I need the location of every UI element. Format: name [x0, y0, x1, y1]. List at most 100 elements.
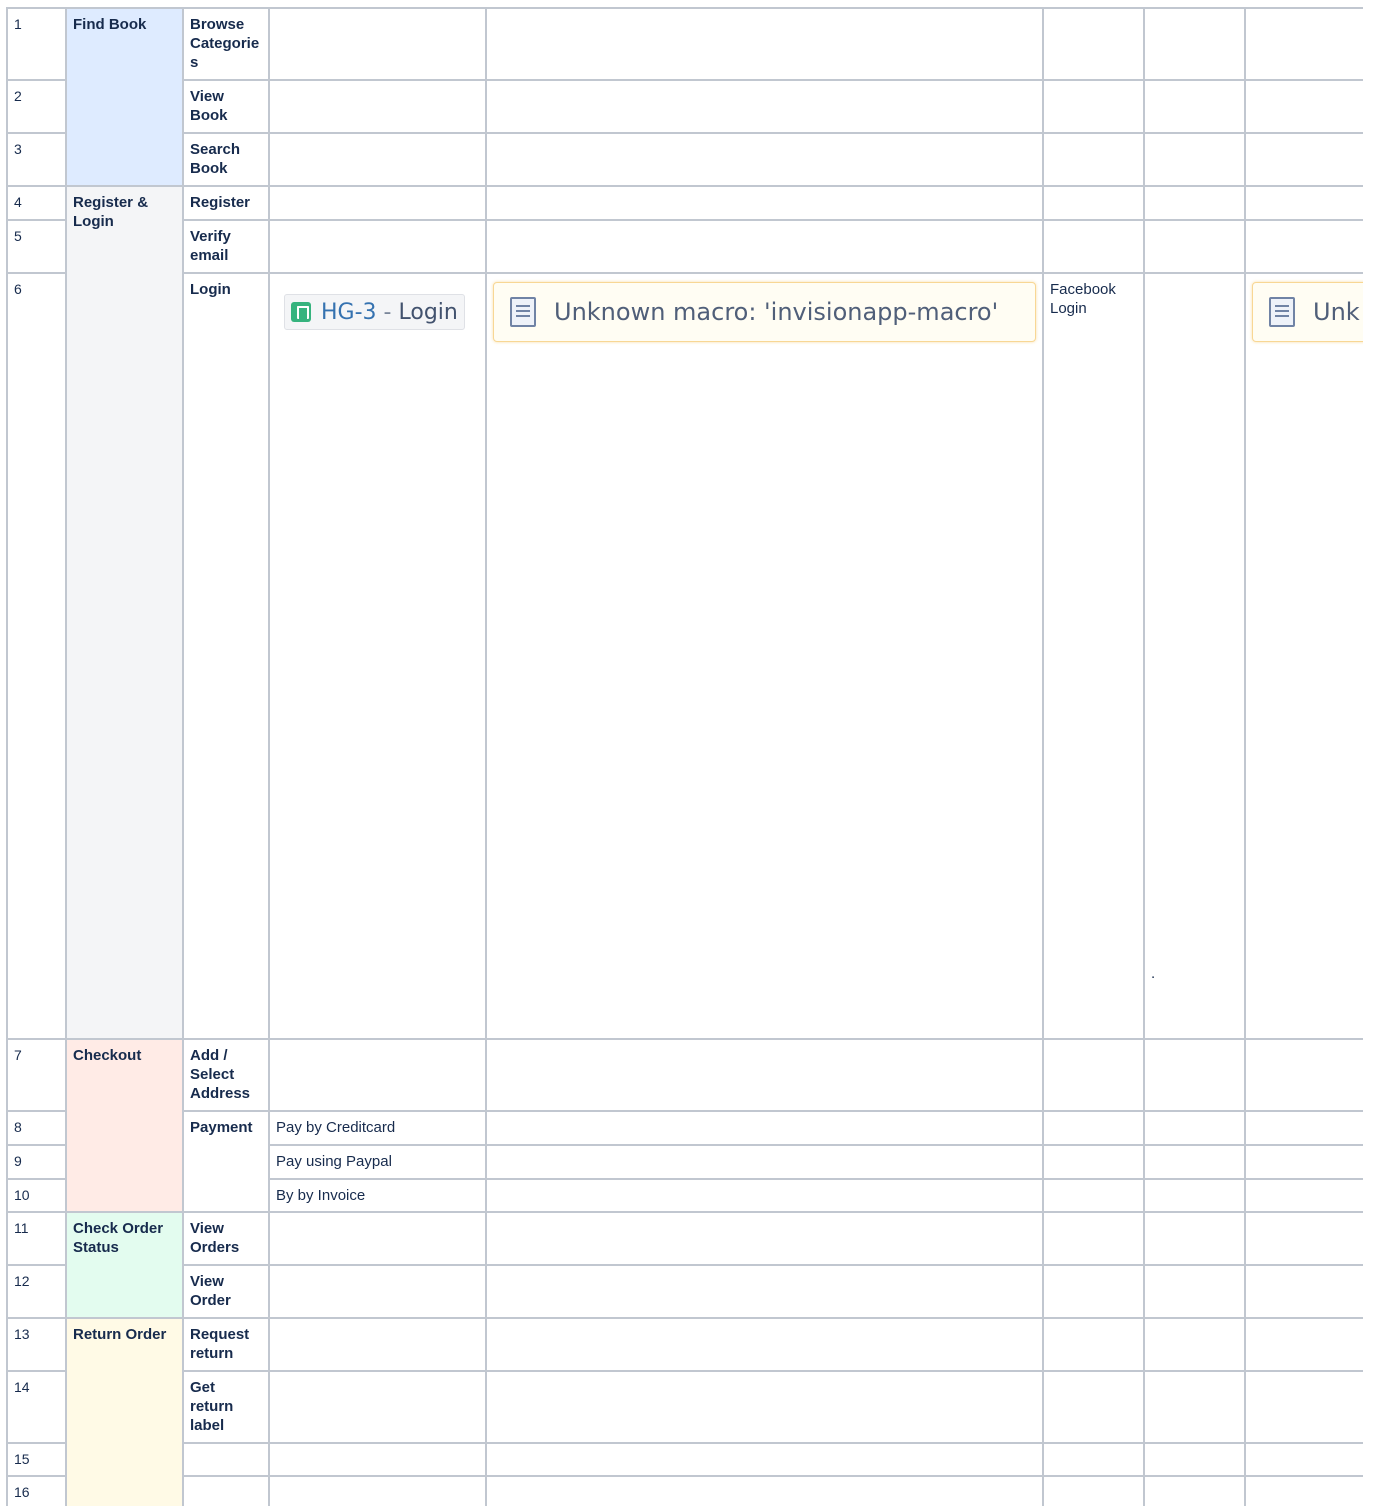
table-cell	[1244, 1442, 1363, 1477]
table-cell	[1042, 1442, 1145, 1477]
group-cell-return-order: Return Order	[65, 1317, 184, 1506]
table-cell	[1143, 1442, 1246, 1477]
table-cell	[182, 1475, 270, 1506]
feature-cell: Payment	[182, 1110, 270, 1213]
table-cell	[1042, 1264, 1145, 1319]
table-cell	[485, 1211, 1044, 1266]
group-cell-find-book: Find Book	[65, 7, 184, 187]
table-cell	[1143, 132, 1246, 187]
table-row: 2 View Book	[6, 79, 1363, 134]
table-cell	[1244, 219, 1363, 274]
table-cell	[268, 1475, 487, 1506]
table-cell	[485, 219, 1044, 274]
table-row: 11 Check Order Status View Orders	[6, 1211, 1363, 1319]
feature-cell: Add / Select Address	[182, 1038, 270, 1112]
table-row: 3 Search Book	[6, 132, 1363, 187]
feature-cell: View Orders	[182, 1211, 270, 1266]
scroll-icon	[510, 297, 536, 327]
table-cell	[1143, 1110, 1246, 1146]
table-cell: Unk	[1244, 272, 1363, 1040]
table-cell	[268, 1442, 487, 1477]
row-number: 10	[6, 1178, 67, 1213]
row-number: 1	[6, 7, 67, 81]
row-number: 11	[6, 1211, 67, 1266]
table-cell	[1143, 1178, 1246, 1213]
row-number: 7	[6, 1038, 67, 1112]
table-cell	[268, 1038, 487, 1112]
feature-cell: View Order	[182, 1264, 270, 1319]
requirements-table-container: 1 Find Book Browse Categories 2 View Boo…	[6, 7, 1363, 1506]
table-cell	[1244, 1370, 1363, 1444]
table-cell	[1143, 79, 1246, 134]
table-cell	[1244, 1178, 1363, 1213]
row-number: 5	[6, 219, 67, 274]
table-row: 14 Get return label	[6, 1370, 1363, 1444]
feature-cell: Verify email	[182, 219, 270, 274]
table-cell: .	[1143, 272, 1246, 1040]
jira-issue-link[interactable]: HG-3 - Login	[284, 294, 465, 330]
table-cell	[1042, 1178, 1145, 1213]
table-cell	[1244, 1317, 1363, 1372]
table-cell	[1244, 185, 1363, 221]
table-cell	[1042, 7, 1145, 81]
table-cell	[1143, 1038, 1246, 1112]
table-cell	[1244, 1038, 1363, 1112]
table-cell	[1244, 132, 1363, 187]
row-number: 4	[6, 185, 67, 221]
row-number: 9	[6, 1144, 67, 1180]
table-cell	[1244, 1264, 1363, 1319]
table-cell	[1244, 1211, 1363, 1266]
table-row: 13 Return Order Request return	[6, 1317, 1363, 1506]
table-row: 6 Login HG-3 - Login Unknown macro: 'inv…	[6, 272, 1363, 1040]
table-cell	[485, 1442, 1044, 1477]
table-row: 12 View Order	[6, 1264, 1363, 1319]
table-cell: Unknown macro: 'invisionapp-macro'	[485, 272, 1044, 1040]
table-row: 7 Checkout Add / Select Address	[6, 1038, 1363, 1213]
row-number: 15	[6, 1442, 67, 1477]
table-cell	[485, 1317, 1044, 1372]
table-cell	[1244, 79, 1363, 134]
issue-key: HG-3	[321, 299, 377, 325]
table-cell	[182, 1442, 270, 1477]
table-row: 15	[6, 1442, 1363, 1477]
row-number: 3	[6, 132, 67, 187]
table-cell	[1042, 1110, 1145, 1146]
table-cell	[1143, 1475, 1246, 1506]
feature-cell: Search Book	[182, 132, 270, 187]
row-number: 8	[6, 1110, 67, 1146]
table-cell	[485, 79, 1044, 134]
table-cell	[1042, 1211, 1145, 1266]
feature-cell: View Book	[182, 79, 270, 134]
table-cell	[485, 1038, 1044, 1112]
issue-title: Login	[398, 299, 458, 325]
row-number: 12	[6, 1264, 67, 1319]
table-cell	[1042, 185, 1145, 221]
table-cell	[268, 1264, 487, 1319]
jira-story-icon	[291, 302, 311, 322]
table-cell	[485, 185, 1044, 221]
table-cell	[268, 1317, 487, 1372]
table-cell	[1042, 132, 1145, 187]
story-cell: Pay by Creditcard	[268, 1110, 487, 1146]
table-cell	[485, 1370, 1044, 1444]
table-cell	[1143, 219, 1246, 274]
table-cell	[268, 132, 487, 187]
table-cell	[1042, 219, 1145, 274]
table-cell	[1042, 1317, 1145, 1372]
table-cell	[268, 1211, 487, 1266]
table-cell	[1042, 1038, 1145, 1112]
row-number: 6	[6, 272, 67, 1040]
table-cell	[485, 1178, 1044, 1213]
macro-text: Unk	[1313, 297, 1360, 326]
table-cell	[485, 132, 1044, 187]
table-cell	[1143, 7, 1246, 81]
table-cell	[1143, 1370, 1246, 1444]
table-cell	[485, 7, 1044, 81]
table-cell	[268, 79, 487, 134]
table-cell	[485, 1264, 1044, 1319]
table-cell	[268, 1370, 487, 1444]
feature-cell: Request return	[182, 1317, 270, 1372]
table-row: 16	[6, 1475, 1363, 1506]
table-cell	[1244, 1144, 1363, 1180]
row-number: 14	[6, 1370, 67, 1444]
